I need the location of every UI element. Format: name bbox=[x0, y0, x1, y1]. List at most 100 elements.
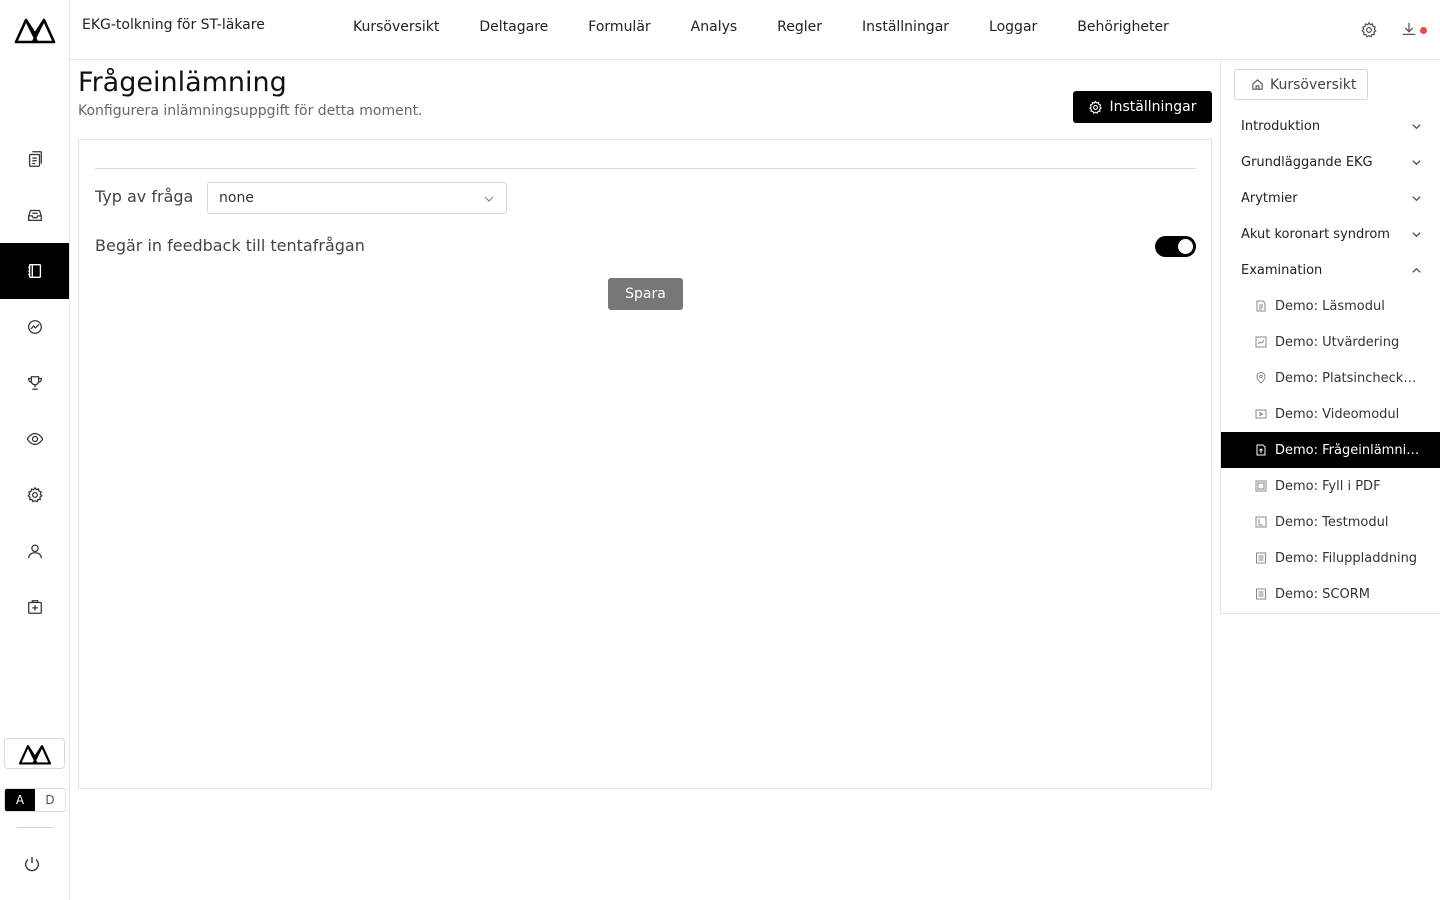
submission-settings-card: Typ av fråga none Begär in feedback till… bbox=[78, 139, 1212, 789]
theme-option-d[interactable]: D bbox=[35, 789, 65, 811]
module-item[interactable]: Demo: SCORM bbox=[1221, 576, 1440, 612]
medical-kit-icon bbox=[27, 600, 42, 614]
chevron-down-icon bbox=[1412, 124, 1421, 130]
rail-medical-kit[interactable] bbox=[0, 579, 69, 635]
rail-inbox[interactable] bbox=[0, 187, 69, 243]
page-subtitle: Konfigurera inlämningsuppgift för detta … bbox=[78, 103, 423, 119]
top-nav: Kursöversikt Deltagare Formulär Analys R… bbox=[353, 19, 1209, 35]
module-item[interactable]: Demo: Läsmodul bbox=[1221, 288, 1440, 324]
notification-dot bbox=[1420, 27, 1427, 34]
document-icon bbox=[1256, 300, 1266, 312]
top-bar: EKG-tolkning för ST-läkare Kursöversikt … bbox=[70, 0, 1440, 60]
module-item[interactable]: Demo: Utvärdering bbox=[1221, 324, 1440, 360]
chevron-up-icon bbox=[1412, 267, 1421, 273]
chevron-down-icon bbox=[484, 196, 494, 202]
module-item[interactable]: Demo: Filuppladdning bbox=[1221, 540, 1440, 576]
topnav-regler[interactable]: Regler bbox=[777, 19, 822, 35]
trophy-icon bbox=[27, 376, 42, 390]
save-button[interactable]: Spara bbox=[608, 278, 683, 310]
pdf-icon bbox=[1255, 480, 1267, 492]
course-structure-panel: Kursöversikt Introduktion Grundläggande … bbox=[1220, 60, 1440, 614]
inbox-icon bbox=[27, 209, 42, 222]
section-akut-koronart-syndrom[interactable]: Akut koronart syndrom bbox=[1221, 216, 1440, 252]
course-overview-label: Kursöversikt bbox=[1270, 76, 1357, 93]
rail-analytics[interactable] bbox=[0, 299, 69, 355]
section-label: Akut koronart syndrom bbox=[1241, 226, 1390, 242]
theme-toggle[interactable]: A D bbox=[4, 788, 66, 812]
topnav-behorigheter[interactable]: Behörigheter bbox=[1077, 19, 1169, 35]
topnav-analys[interactable]: Analys bbox=[691, 19, 738, 35]
rail-divider bbox=[17, 827, 53, 828]
brand-logo-box[interactable] bbox=[4, 738, 65, 769]
module-label: Demo: Frågeinlämning bbox=[1275, 442, 1421, 458]
rail-eye[interactable] bbox=[0, 411, 69, 467]
toggle-knob bbox=[1178, 239, 1193, 254]
rail-documents[interactable] bbox=[0, 131, 69, 187]
course-title: EKG-tolkning för ST-läkare bbox=[82, 17, 265, 33]
section-label: Introduktion bbox=[1241, 118, 1321, 134]
module-label: Demo: Fyll i PDF bbox=[1275, 478, 1381, 494]
section-arytmier[interactable]: Arytmier bbox=[1221, 180, 1440, 216]
rail-user[interactable] bbox=[0, 523, 69, 579]
file-icon bbox=[1256, 588, 1266, 600]
section-label: Grundläggande EKG bbox=[1241, 154, 1373, 170]
brand-logo-icon bbox=[18, 744, 51, 765]
topnav-kursoversikt[interactable]: Kursöversikt bbox=[353, 19, 439, 35]
section-grundlaggande-ekg[interactable]: Grundläggande EKG bbox=[1221, 144, 1440, 180]
page-title: Frågeinlämning bbox=[78, 67, 287, 98]
file-upload-icon bbox=[1256, 444, 1266, 456]
topnav-loggar[interactable]: Loggar bbox=[989, 19, 1037, 35]
rail-notebook[interactable] bbox=[0, 243, 69, 299]
module-label: Demo: Videomodul bbox=[1275, 406, 1400, 422]
theme-option-a[interactable]: A bbox=[5, 789, 35, 811]
gear-icon bbox=[1089, 100, 1103, 114]
settings-button-label: Inställningar bbox=[1109, 99, 1197, 115]
documents-icon bbox=[28, 151, 42, 167]
file-icon bbox=[1256, 552, 1266, 564]
power-icon[interactable] bbox=[23, 855, 41, 873]
gear-icon bbox=[26, 486, 43, 503]
left-rail: A D bbox=[0, 0, 70, 900]
chart-icon bbox=[1255, 336, 1267, 348]
home-icon bbox=[1252, 79, 1263, 90]
rail-settings[interactable] bbox=[0, 467, 69, 523]
section-introduktion[interactable]: Introduktion bbox=[1221, 108, 1440, 144]
module-label: Demo: SCORM bbox=[1275, 586, 1370, 602]
user-icon bbox=[27, 544, 42, 559]
feedback-label: Begär in feedback till tentafrågan bbox=[95, 236, 365, 255]
test-icon bbox=[1255, 516, 1267, 528]
eye-icon bbox=[26, 432, 43, 446]
module-label: Demo: Utvärdering bbox=[1275, 334, 1400, 350]
chevron-down-icon bbox=[1412, 160, 1421, 166]
question-type-select[interactable]: none bbox=[207, 182, 507, 214]
course-overview-button[interactable]: Kursöversikt bbox=[1234, 69, 1368, 100]
feedback-toggle[interactable] bbox=[1155, 236, 1196, 257]
chevron-down-icon bbox=[1412, 232, 1421, 238]
question-type-value: none bbox=[219, 190, 254, 206]
gear-icon[interactable] bbox=[1360, 21, 1378, 39]
rail-trophy[interactable] bbox=[0, 355, 69, 411]
video-icon bbox=[1255, 409, 1267, 419]
module-item[interactable]: Demo: Testmodul bbox=[1221, 504, 1440, 540]
topnav-installningar[interactable]: Inställningar bbox=[862, 19, 949, 35]
topnav-deltagare[interactable]: Deltagare bbox=[479, 19, 548, 35]
module-item[interactable]: Demo: Videomodul bbox=[1221, 396, 1440, 432]
module-label: Demo: Filuppladdning bbox=[1275, 550, 1418, 566]
section-label: Examination bbox=[1241, 262, 1323, 278]
section-label: Arytmier bbox=[1241, 190, 1298, 206]
chevron-down-icon bbox=[1412, 196, 1421, 202]
notebook-icon bbox=[27, 264, 41, 278]
card-divider bbox=[95, 168, 1196, 169]
module-label: Demo: Platsincheckning bbox=[1275, 370, 1421, 386]
download-icon[interactable] bbox=[1400, 20, 1418, 38]
section-examination[interactable]: Examination bbox=[1221, 252, 1440, 288]
location-pin-icon bbox=[1256, 372, 1266, 384]
module-label: Demo: Läsmodul bbox=[1275, 298, 1385, 314]
module-item-active[interactable]: Demo: Frågeinlämning bbox=[1221, 432, 1440, 468]
module-item[interactable]: Demo: Fyll i PDF bbox=[1221, 468, 1440, 504]
module-item[interactable]: Demo: Platsincheckning bbox=[1221, 360, 1440, 396]
app-logo[interactable] bbox=[14, 16, 56, 44]
analytics-icon bbox=[27, 320, 42, 334]
settings-button[interactable]: Inställningar bbox=[1073, 91, 1212, 123]
topnav-formular[interactable]: Formulär bbox=[588, 19, 650, 35]
